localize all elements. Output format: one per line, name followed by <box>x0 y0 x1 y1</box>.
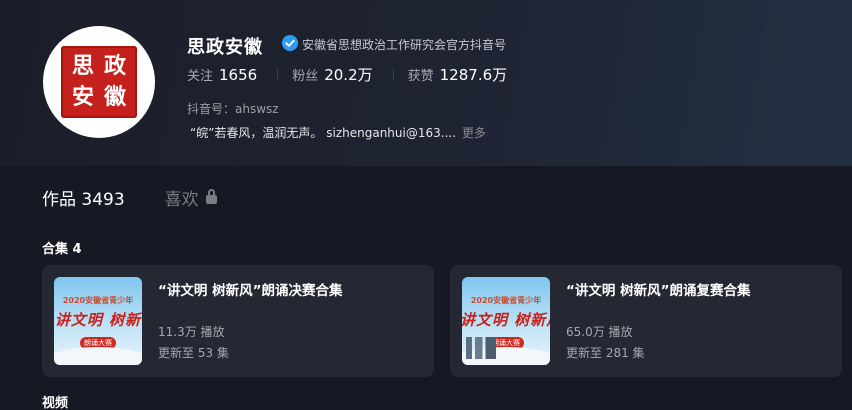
thumbnail-title: 讲文明 树新 <box>54 311 142 329</box>
seal-char: 徽 <box>103 84 126 110</box>
collection-title: “讲文明 树新风”朗诵决赛合集 <box>158 283 343 299</box>
fans-label: 粉丝 <box>292 69 319 84</box>
likes-stat: 获赞 1287.6万 <box>408 64 508 85</box>
douyin-id: 抖音号：ahswsz <box>187 102 279 116</box>
likes-count: 1287.6万 <box>439 66 508 84</box>
following-stat[interactable]: 关注 1656 <box>187 65 257 84</box>
profile-tabs: 作品 3493 喜欢 <box>42 185 217 210</box>
thumbnail-banner: 2020安徽省青少年 <box>62 296 134 305</box>
profile-header: 思 政 安 徽 思政安徽 安徽省思想政治工作研究会官方抖音号 关注 1656 粉… <box>0 0 852 166</box>
seal-char: 思 <box>71 53 94 79</box>
collection-updates: 更新至 53 集 <box>158 346 229 360</box>
thumbnail-title: 讲文明 树新风 <box>462 311 550 329</box>
collection-thumbnail: 2020安徽省青少年 讲文明 树新风 朗诵大赛 <box>462 277 550 365</box>
collection-plays: 65.0万 播放 <box>566 325 633 339</box>
collection-thumbnail: 2020安徽省青少年 讲文明 树新 朗诵大赛 <box>54 277 142 365</box>
collection-updates: 更新至 281 集 <box>566 346 645 360</box>
videos-title: 视频 <box>42 396 69 410</box>
seal-char: 安 <box>71 84 94 110</box>
thumbnail-city <box>466 337 496 359</box>
avatar[interactable]: 思 政 安 徽 <box>43 26 155 138</box>
tab-works[interactable]: 作品 3493 <box>42 185 125 210</box>
profile-name: 思政安徽 <box>187 37 263 58</box>
collection-card[interactable]: 2020安徽省青少年 讲文明 树新风 朗诵大赛 “讲文明 树新风”朗诵复赛合集 … <box>450 265 842 377</box>
collections-title: 合集 4 <box>42 242 82 257</box>
lock-icon <box>205 189 217 204</box>
fans-stat[interactable]: 粉丝 20.2万 <box>292 64 372 85</box>
collection-title: “讲文明 树新风”朗诵复赛合集 <box>566 283 751 299</box>
thumbnail-banner: 2020安徽省青少年 <box>470 296 542 305</box>
seal-char: 政 <box>103 53 126 79</box>
following-label: 关注 <box>187 69 214 84</box>
profile-stats: 关注 1656 粉丝 20.2万 获赞 1287.6万 <box>187 64 527 85</box>
seal-logo: 思 政 安 徽 <box>61 46 137 118</box>
thumbnail-cloud <box>54 347 142 365</box>
stat-divider <box>277 68 279 80</box>
fans-count: 20.2万 <box>324 66 373 84</box>
stat-divider <box>392 68 394 80</box>
likes-label: 获赞 <box>407 69 434 84</box>
bio-text: “皖”若春风，温润无声。 sizhenganhui@163.... <box>190 126 457 140</box>
collection-plays: 11.3万 播放 <box>158 325 225 339</box>
following-count: 1656 <box>219 66 258 84</box>
bio-more-link[interactable]: 更多 <box>462 126 486 140</box>
verified-label: 安徽省思想政治工作研究会官方抖音号 <box>302 38 507 52</box>
tab-likes-label: 喜欢 <box>164 190 199 210</box>
profile-bio: “皖”若春风，温润无声。 sizhenganhui@163.... 更多 <box>190 124 486 141</box>
collection-card[interactable]: 2020安徽省青少年 讲文明 树新 朗诵大赛 “讲文明 树新风”朗诵决赛合集 1… <box>42 265 434 377</box>
tab-likes[interactable]: 喜欢 <box>165 185 217 210</box>
verified-check-icon <box>282 35 298 51</box>
